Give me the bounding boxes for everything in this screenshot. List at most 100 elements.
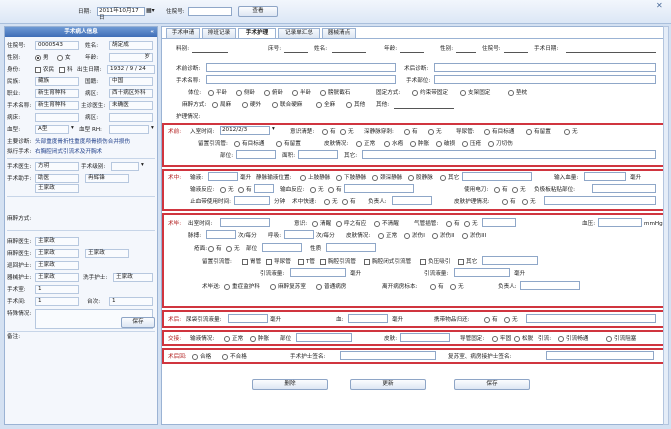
area-input[interactable] [298, 150, 338, 159]
transfusion-vol-input[interactable] [584, 172, 626, 181]
ind-b-radio[interactable] [276, 141, 282, 147]
close-icon[interactable]: ✕ [656, 1, 663, 10]
anes-local-radio[interactable] [212, 102, 218, 108]
skin-cut-radio[interactable] [488, 141, 494, 147]
surgery-site-input[interactable] [434, 75, 656, 84]
view-button[interactable]: 查看 [238, 6, 278, 17]
inf-normal-radio[interactable] [224, 336, 230, 342]
chevron-down-icon[interactable]: ▾ [272, 126, 275, 132]
surgery-name-input[interactable] [206, 75, 396, 84]
surgery-level-select[interactable] [111, 162, 139, 171]
fix-bracket-radio[interactable] [460, 90, 466, 96]
dept-checkbox[interactable] [59, 67, 65, 73]
skin2-ii-radio[interactable] [432, 233, 438, 239]
tab-schedule[interactable]: 排班记录 [202, 28, 236, 38]
chevron-down-icon[interactable]: ▾ [141, 162, 144, 168]
return-ok-radio[interactable] [192, 354, 198, 360]
sex-male-radio[interactable] [35, 55, 41, 61]
inf-react-yes-radio[interactable] [238, 187, 244, 193]
birth-date-field[interactable]: 1932 / 9 / 24 [107, 65, 155, 74]
return-bad-radio[interactable] [222, 354, 228, 360]
part-input[interactable] [236, 150, 276, 159]
transfer-pacu-radio[interactable] [270, 284, 276, 290]
anes-other-field[interactable] [394, 108, 454, 109]
cath-a-radio[interactable] [484, 129, 490, 135]
cath-none-radio[interactable] [564, 129, 570, 135]
handover-part-input[interactable] [296, 333, 352, 342]
tube-no-radio[interactable] [464, 221, 470, 227]
collapse-icon[interactable]: « [150, 27, 154, 37]
delete-button[interactable]: 删除 [252, 379, 328, 390]
skin2-i-radio[interactable] [404, 233, 410, 239]
bp-input[interactable] [598, 218, 642, 227]
pos-prone-radio[interactable] [264, 90, 270, 96]
deep-vein-no-radio[interactable] [428, 129, 434, 135]
blood-type-select[interactable]: A型 [35, 125, 69, 134]
transfer-icu-radio[interactable] [224, 284, 230, 290]
wound-no-radio[interactable] [226, 246, 232, 252]
wound-nature-input[interactable] [326, 243, 376, 252]
blood-input[interactable] [348, 314, 388, 323]
inpatient-field[interactable] [504, 52, 528, 53]
chevron-down-icon[interactable]: ▾ [151, 125, 154, 131]
conscious-no-radio[interactable] [340, 129, 346, 135]
bed-no-field[interactable] [284, 52, 308, 53]
update-button[interactable]: 更新 [350, 379, 426, 390]
skin-care-yes-radio[interactable] [502, 199, 508, 205]
responsible2-input[interactable] [520, 281, 580, 290]
rapid-yes-radio[interactable] [342, 199, 348, 205]
anes-other-radio[interactable] [346, 102, 352, 108]
drain-urinary-checkbox[interactable] [266, 259, 272, 265]
skin-normal-radio[interactable] [356, 141, 362, 147]
skin-break-radio[interactable] [436, 141, 442, 147]
skin-blister-radio[interactable] [384, 141, 390, 147]
drain-chest-checkbox[interactable] [320, 259, 326, 265]
transfer-ward-radio[interactable] [316, 284, 322, 290]
or-nurse-sign-input[interactable] [340, 351, 436, 360]
date-picker[interactable]: 2011年10月17日 [97, 7, 145, 21]
belong-yes-radio[interactable] [484, 317, 490, 323]
pos-semi-radio[interactable] [292, 90, 298, 96]
wound-part-input[interactable] [262, 243, 302, 252]
save-record-button[interactable]: 保存 [454, 379, 530, 390]
drain-gastric-checkbox[interactable] [242, 259, 248, 265]
patient-age-field[interactable] [400, 52, 424, 53]
inpatient-search-input[interactable] [188, 7, 232, 16]
drain-other-checkbox[interactable] [458, 259, 464, 265]
belongings-input[interactable] [526, 314, 656, 323]
drain-clear-radio[interactable] [558, 336, 564, 342]
infusion-input[interactable] [208, 172, 238, 181]
tube-loose-radio[interactable] [514, 336, 520, 342]
category-field[interactable] [192, 52, 228, 53]
ind-a-radio[interactable] [234, 141, 240, 147]
pulse-input[interactable] [206, 230, 236, 239]
farmer-checkbox[interactable] [35, 67, 41, 73]
exit-time-input[interactable] [220, 218, 270, 227]
specimen-yes-radio[interactable] [430, 284, 436, 290]
patient-name-field[interactable] [332, 52, 366, 53]
tube-yes-radio[interactable] [446, 221, 452, 227]
surgery-date-field[interactable] [566, 52, 656, 53]
inf-swell-radio[interactable] [250, 336, 256, 342]
consc-unclear-radio[interactable] [374, 221, 380, 227]
pre-diagnosis-input[interactable] [206, 63, 396, 72]
skin2-iii-radio[interactable] [462, 233, 468, 239]
entry-time-input[interactable]: 2012/2/3 [220, 126, 270, 135]
consc-respond-radio[interactable] [336, 221, 342, 227]
tab-summary[interactable]: 记录单汇总 [278, 28, 320, 38]
drain-block-radio[interactable] [606, 336, 612, 342]
rapid-no-radio[interactable] [324, 199, 330, 205]
iv-lower-radio[interactable] [336, 175, 342, 181]
sex-female-radio[interactable] [57, 55, 63, 61]
handover-skin-input[interactable] [400, 333, 450, 342]
pos-lithotomy-radio[interactable] [320, 90, 326, 96]
iv-jugular-radio[interactable] [372, 175, 378, 181]
iv-other-input[interactable] [462, 172, 532, 181]
tab-surgery-request[interactable]: 手术申请 [166, 28, 200, 38]
pos-supine-radio[interactable] [208, 90, 214, 96]
consc-clear-radio[interactable] [312, 221, 318, 227]
drain-vol2-input[interactable] [454, 268, 510, 277]
conscious-yes-radio[interactable] [322, 129, 328, 135]
belong-no-radio[interactable] [504, 317, 510, 323]
skin2-normal-radio[interactable] [378, 233, 384, 239]
